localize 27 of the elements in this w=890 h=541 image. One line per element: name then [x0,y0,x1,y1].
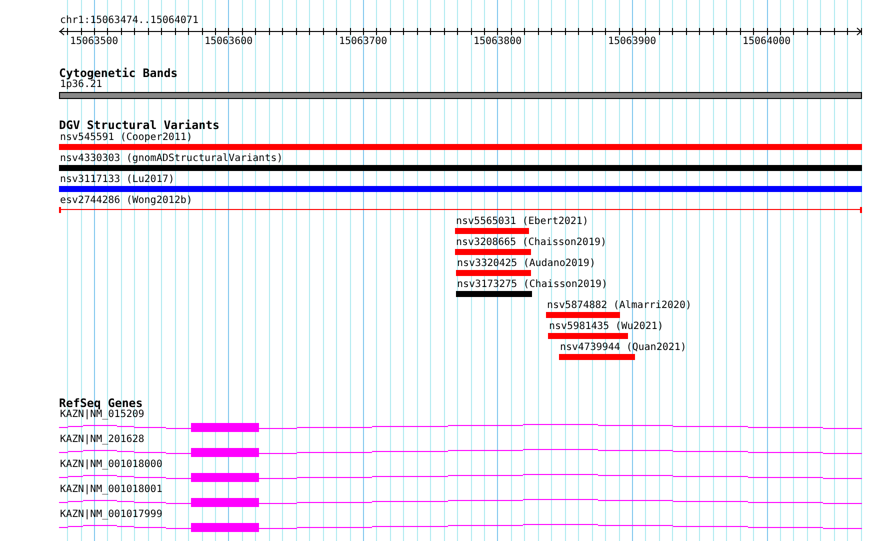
tick-label: 15063800 [473,36,522,48]
variant-label: nsv4330303 (gnomADStructuralVariants) [60,153,283,165]
tick-label: 15063700 [338,36,388,48]
track-title: Cytogenetic Bands [59,67,178,79]
gene-label: KAZN|NM_001018001 [60,484,162,496]
band-label: 1p36.21 [60,79,102,91]
variant-label: nsv3320425 (Audano2019) [457,258,596,270]
variant-label: nsv5565031 (Ebert2021) [456,216,588,228]
gene-label: KAZN|NM_001017999 [60,509,162,521]
variant-label: nsv3117133 (Lu2017) [60,174,174,186]
track-title: DGV Structural Variants [59,119,220,131]
variant-label: nsv5874882 (Almarri2020) [547,300,692,312]
tick-label: 15063500 [70,36,118,48]
variant-label: nsv3208665 (Chaisson2019) [456,237,607,249]
variant-label: nsv5981435 (Wu2021) [549,321,664,333]
ruler-label: chr1:15063474..15064071 [60,15,198,27]
variant-label: esv2744286 (Wong2012b) [60,195,192,207]
variant-label: nsv4739944 (Quan2021) [560,342,686,354]
track-title: RefSeq Genes [59,397,143,409]
tick-label: 15063900 [608,36,656,48]
tick-label: 15064000 [742,36,791,48]
tick-label: 15063600 [204,36,253,48]
gene-label: KAZN|NM_201628 [60,434,144,446]
gene-label: KAZN|NM_015209 [60,409,144,421]
variant-label: nsv545591 (Cooper2011) [60,132,192,144]
variant-label: nsv3173275 (Chaisson2019) [457,279,608,291]
gene-label: KAZN|NM_001018000 [60,459,162,471]
